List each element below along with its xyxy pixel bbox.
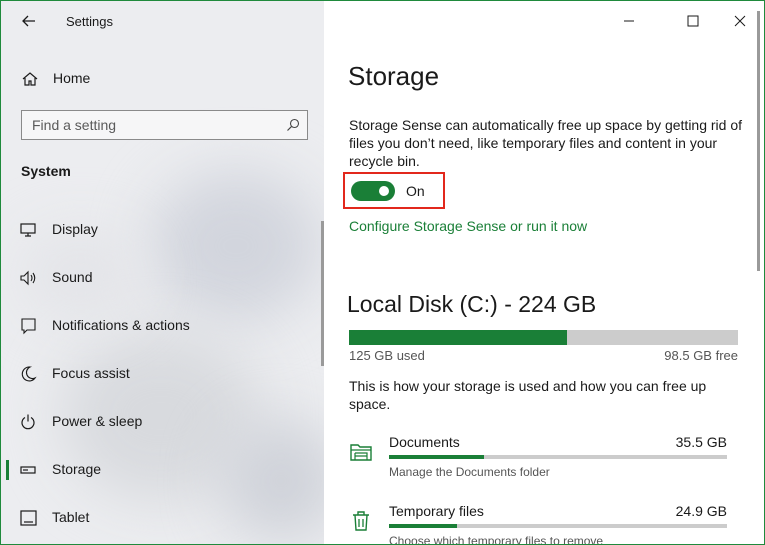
category-size: 24.9 GB bbox=[675, 503, 727, 519]
back-button[interactable] bbox=[15, 9, 43, 33]
storage-sense-toggle[interactable] bbox=[351, 181, 395, 201]
content-scrollbar[interactable] bbox=[757, 11, 760, 271]
sidebar-item-notifications[interactable]: Notifications & actions bbox=[1, 304, 324, 348]
sidebar-item-storage[interactable]: Storage bbox=[1, 448, 324, 492]
page-title: Storage bbox=[348, 61, 440, 91]
back-arrow-icon bbox=[22, 15, 35, 27]
power-icon bbox=[21, 414, 35, 430]
minimize-button[interactable] bbox=[614, 9, 644, 33]
category-bar bbox=[389, 455, 727, 459]
sidebar-item-power-sleep[interactable]: Power & sleep bbox=[1, 400, 324, 444]
display-icon bbox=[20, 223, 36, 237]
tablet-icon bbox=[20, 510, 37, 526]
close-icon bbox=[734, 15, 746, 27]
storage-sense-description: Storage Sense can automatically free up … bbox=[349, 117, 743, 169]
configure-storage-sense-link[interactable]: Configure Storage Sense or run it now bbox=[349, 218, 587, 234]
section-heading: System bbox=[21, 163, 71, 179]
sidebar-item-label: Power & sleep bbox=[52, 413, 143, 429]
focus-assist-icon bbox=[21, 366, 37, 382]
maximize-icon bbox=[687, 15, 699, 27]
toggle-knob bbox=[379, 186, 389, 196]
sidebar-item-label: Display bbox=[52, 221, 98, 237]
sound-icon bbox=[20, 270, 36, 286]
trash-icon bbox=[353, 511, 369, 531]
app-title: Settings bbox=[66, 14, 113, 29]
title-bar: Settings bbox=[1, 1, 324, 41]
home-nav[interactable]: Home bbox=[21, 67, 141, 91]
sidebar-item-label: Focus assist bbox=[52, 365, 130, 381]
maximize-button[interactable] bbox=[678, 9, 708, 33]
sidebar-item-label: Storage bbox=[52, 461, 102, 477]
home-label: Home bbox=[53, 70, 91, 86]
category-bar-fill bbox=[389, 524, 457, 528]
usage-info: This is how your storage is used and how… bbox=[349, 378, 707, 412]
category-bar-fill bbox=[389, 455, 484, 459]
sidebar-item-label: Notifications & actions bbox=[52, 317, 190, 333]
sidebar-item-sound[interactable]: Sound bbox=[1, 256, 324, 300]
category-documents[interactable]: Documents 35.5 GB Manage the Documents f… bbox=[324, 434, 764, 494]
category-subtitle: Choose which temporary files to remove bbox=[389, 534, 604, 545]
sidebar-item-label: Sound bbox=[52, 269, 93, 285]
sidebar: Settings Home Find a setting System Disp… bbox=[1, 1, 324, 544]
category-size: 35.5 GB bbox=[675, 434, 727, 450]
disk-title: Local Disk (C:) - 224 GB bbox=[347, 291, 597, 317]
close-button[interactable] bbox=[725, 9, 755, 33]
search-input[interactable]: Find a setting bbox=[21, 110, 308, 140]
toggle-state-label: On bbox=[406, 183, 425, 199]
sidebar-item-tablet[interactable]: Tablet bbox=[1, 496, 324, 540]
storage-sense-highlight: On bbox=[343, 172, 445, 209]
disk-usage-fill bbox=[349, 330, 567, 345]
category-name: Documents bbox=[389, 434, 460, 450]
category-name: Temporary files bbox=[389, 503, 484, 519]
disk-usage-bar bbox=[349, 330, 738, 345]
main-content: Storage Storage Sense can automatically … bbox=[324, 1, 764, 545]
category-temporary-files[interactable]: Temporary files 24.9 GB Choose which tem… bbox=[324, 503, 764, 545]
category-bar bbox=[389, 524, 727, 528]
minimize-icon bbox=[624, 20, 634, 22]
settings-window: Settings Home Find a setting System Disp… bbox=[0, 0, 765, 545]
search-placeholder: Find a setting bbox=[32, 117, 117, 133]
sidebar-item-focus-assist[interactable]: Focus assist bbox=[1, 352, 324, 396]
notifications-icon bbox=[21, 318, 36, 335]
sidebar-item-label: Tablet bbox=[52, 509, 90, 525]
home-icon bbox=[22, 72, 38, 86]
disk-free-label: 98.5 GB free bbox=[664, 348, 738, 363]
category-subtitle: Manage the Documents folder bbox=[389, 465, 550, 479]
storage-icon bbox=[20, 466, 36, 474]
search-icon bbox=[287, 118, 300, 131]
folder-icon bbox=[350, 444, 372, 461]
disk-used-label: 125 GB used bbox=[349, 348, 425, 363]
sidebar-item-display[interactable]: Display bbox=[1, 208, 324, 252]
